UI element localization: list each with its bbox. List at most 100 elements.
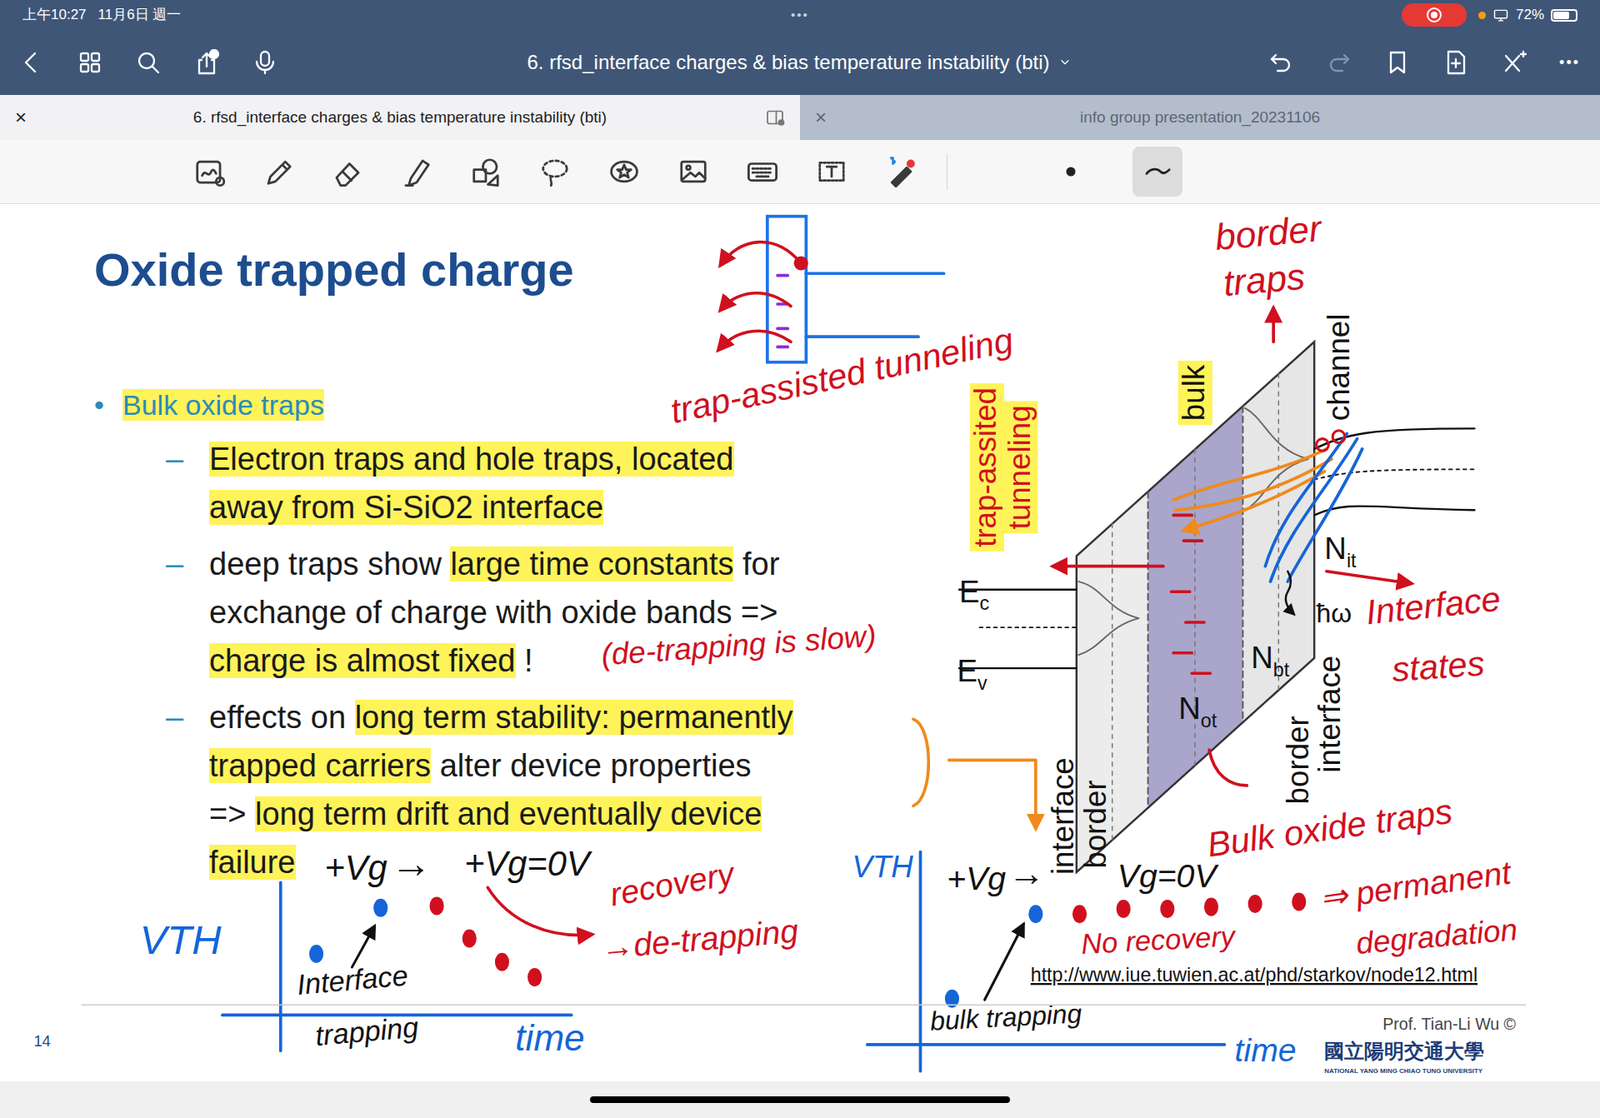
slide-text-segment: => xyxy=(209,796,255,832)
slide-title: Oxide trapped charge xyxy=(94,243,1600,297)
status-left: 上午10:27 11月6日 週一 xyxy=(22,4,541,26)
multitask-dots[interactable]: ••• xyxy=(540,5,1060,25)
document-title-text: 6. rfsd_interface charges & bias tempera… xyxy=(527,47,1050,78)
interface-trap xyxy=(1332,430,1345,444)
bookmark-icon[interactable] xyxy=(1384,49,1411,76)
chevron-down-icon[interactable] xyxy=(1057,55,1073,70)
tab-close-button[interactable]: × xyxy=(15,102,35,133)
oxide-trap-charges xyxy=(1171,515,1211,674)
tab-bar: × 6. rfsd_interface charges & bias temper… xyxy=(0,95,1600,140)
interface-trapping-arrow xyxy=(351,926,375,968)
relax-point xyxy=(1291,892,1306,911)
handwritten-note: states xyxy=(1390,643,1486,690)
tat-arrow xyxy=(1053,565,1164,569)
status-right: 72% xyxy=(1059,3,1578,27)
slide-text-segment: large time constants xyxy=(450,546,734,582)
slide-page[interactable]: Oxide trapped charge•Bulk oxide traps–El… xyxy=(0,204,1600,1082)
stress-point xyxy=(309,945,324,964)
slide-text-segment: Bulk oxide traps xyxy=(122,389,325,421)
interface-label: interface xyxy=(1045,757,1080,875)
bullet-item: –effects on long term stability: permane… xyxy=(94,693,1600,887)
text-box-icon[interactable] xyxy=(813,153,850,190)
ev-label: Ev xyxy=(957,654,989,695)
handwritten-note: border xyxy=(1213,207,1325,258)
vth-axis-label: VTH xyxy=(140,917,223,963)
share-icon[interactable] xyxy=(193,49,220,76)
handwritten-note: Interface xyxy=(295,959,410,1000)
interface-trap-exchange xyxy=(1265,433,1362,582)
handwritten-note: degradation xyxy=(1355,912,1520,961)
back-icon[interactable] xyxy=(18,49,45,76)
tab-label[interactable]: 6. rfsd_interface charges & bias tempera… xyxy=(45,105,755,130)
privacy-dot xyxy=(1478,11,1486,20)
image-icon[interactable] xyxy=(675,153,712,190)
medium-pen-size-icon[interactable] xyxy=(1132,146,1183,197)
lasso-ocr-icon[interactable] xyxy=(190,153,228,190)
slide-text-segment: long term drift and eventually device xyxy=(255,796,762,832)
footer-rule xyxy=(81,1004,1526,1005)
document-title[interactable]: 6. rfsd_interface charges & bias tempera… xyxy=(527,47,1074,78)
home-area xyxy=(0,1081,1600,1118)
sequence-arrow: → xyxy=(390,840,432,886)
orange-pointer xyxy=(949,760,1036,829)
ec-label: Ec xyxy=(959,575,990,615)
slide-line: exchange of charge with oxide bands => xyxy=(209,588,780,637)
status-time: 上午10:27 xyxy=(22,4,87,26)
redo-icon[interactable] xyxy=(1325,49,1353,76)
add-page-icon[interactable] xyxy=(1442,49,1470,76)
thumbnails-icon[interactable] xyxy=(76,49,104,76)
dash-marker: – xyxy=(165,435,210,532)
annotation-canvas: EcEvNotNbtNitħωtrap-assitedtunnelingbulk… xyxy=(0,204,1600,1082)
fermi-level xyxy=(980,626,1077,629)
sticker-icon[interactable] xyxy=(605,153,643,190)
battery-icon xyxy=(1550,9,1578,22)
shapes-icon[interactable] xyxy=(467,153,505,190)
battery-percent: 72% xyxy=(1515,4,1545,26)
document-tab[interactable]: × 6. rfsd_interface charges & bias temper… xyxy=(0,95,800,140)
time-axis-label: time xyxy=(1235,1032,1297,1069)
relax-label: +Vg=0V xyxy=(464,844,593,884)
battery-level xyxy=(1553,11,1570,20)
handwritten-note: ⇒ permanent xyxy=(1317,854,1515,917)
university-name-en: NATIONAL YANG MING CHIAO TUNG UNIVERSITY xyxy=(1324,1067,1483,1075)
tool-group xyxy=(190,153,920,190)
relax-label: Vg=0V xyxy=(1117,858,1220,895)
stress-point xyxy=(1028,905,1043,924)
time-axis xyxy=(867,1043,1225,1047)
slide-text-segment: exchange of charge with oxide bands => xyxy=(209,595,778,630)
slide-text-segment: alter device properties xyxy=(430,748,751,784)
undo-icon[interactable] xyxy=(1267,49,1295,76)
lasso-icon[interactable] xyxy=(536,153,574,190)
more-button[interactable]: ••• xyxy=(1559,51,1580,75)
fine-pen-size-icon[interactable] xyxy=(1045,146,1096,197)
source-link[interactable]: http://www.iue.tuwien.ac.at/phd/starkov/… xyxy=(1030,964,1478,986)
handwritten-note: Interface xyxy=(1364,579,1503,633)
microphone-icon[interactable] xyxy=(251,49,279,76)
status-date: 11月6日 週一 xyxy=(98,4,182,26)
eraser-icon[interactable] xyxy=(329,153,366,190)
pen-icon[interactable] xyxy=(260,153,297,190)
keyboard-icon[interactable] xyxy=(744,153,781,190)
document-tab[interactable]: × info group presentation_20231106 xyxy=(800,95,1600,140)
split-view-icon[interactable] xyxy=(765,107,785,128)
page-number: 14 xyxy=(33,1032,50,1050)
handwritten-note: trap-assisted tunneling xyxy=(666,320,1016,431)
n-ot-label: Not xyxy=(1178,691,1217,732)
tab-label[interactable]: info group presentation_20231106 xyxy=(845,105,1555,130)
phonon-label: ħω xyxy=(1316,598,1353,629)
channel-band xyxy=(1314,428,1475,515)
toolbar-right: ••• xyxy=(1072,49,1584,76)
bulk-trapping-arrow xyxy=(985,924,1025,1000)
laser-pointer-icon[interactable] xyxy=(882,153,920,190)
recording-indicator[interactable] xyxy=(1401,3,1467,27)
highlighter-icon[interactable] xyxy=(398,153,435,190)
search-icon[interactable] xyxy=(135,49,162,76)
channel-fermi xyxy=(1314,469,1475,480)
tab-close-button[interactable]: × xyxy=(815,102,835,133)
handwritten-note: bulk trapping xyxy=(929,998,1083,1037)
relax-point xyxy=(1248,895,1263,914)
home-indicator[interactable] xyxy=(590,1096,1010,1104)
handwritten-note: →de-trapping xyxy=(599,912,800,966)
pen-size-group xyxy=(1045,146,1183,197)
close-tool-icon[interactable] xyxy=(1500,49,1528,76)
